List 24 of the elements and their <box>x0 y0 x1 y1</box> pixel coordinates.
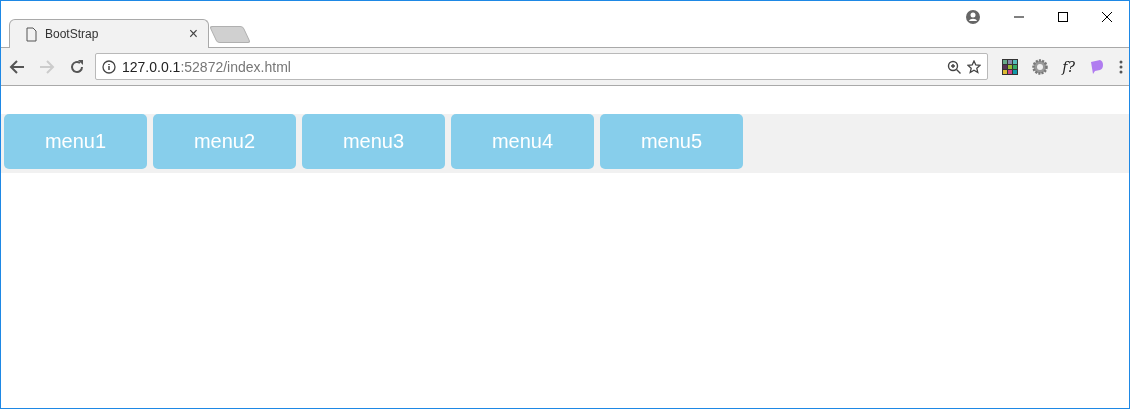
color-grid-icon[interactable] <box>1002 58 1019 75</box>
maximize-icon[interactable] <box>1058 12 1068 22</box>
page-icon[interactable] <box>26 26 37 42</box>
back-icon[interactable] <box>9 58 25 75</box>
zoom-icon[interactable] <box>947 59 962 74</box>
address-bar[interactable]: 127.0.0.1:52872/index.html <box>95 53 989 80</box>
menu-button[interactable]: menu5 <box>600 114 743 169</box>
gear-icon[interactable] <box>1032 58 1049 75</box>
menu-icon[interactable] <box>1119 59 1123 74</box>
menu-button[interactable]: menu4 <box>451 114 594 169</box>
menu-button[interactable]: menu3 <box>302 114 445 169</box>
star-icon[interactable] <box>967 59 982 74</box>
account-icon[interactable] <box>966 10 980 24</box>
menu-button[interactable]: menu2 <box>153 114 296 169</box>
info-icon[interactable] <box>102 59 116 74</box>
close-icon[interactable] <box>1102 12 1112 22</box>
browser-tab[interactable]: BootStrap × <box>9 19 209 48</box>
close-tab-icon[interactable]: × <box>188 25 198 43</box>
extension-icon[interactable]: f? <box>1062 58 1075 75</box>
menu-button[interactable]: menu1 <box>4 114 147 169</box>
url-text: 127.0.0.1:52872/index.html <box>122 58 292 75</box>
reload-icon[interactable] <box>69 58 85 75</box>
extension-logo-icon[interactable] <box>1089 58 1105 75</box>
tab-title: BootStrap <box>45 27 100 41</box>
